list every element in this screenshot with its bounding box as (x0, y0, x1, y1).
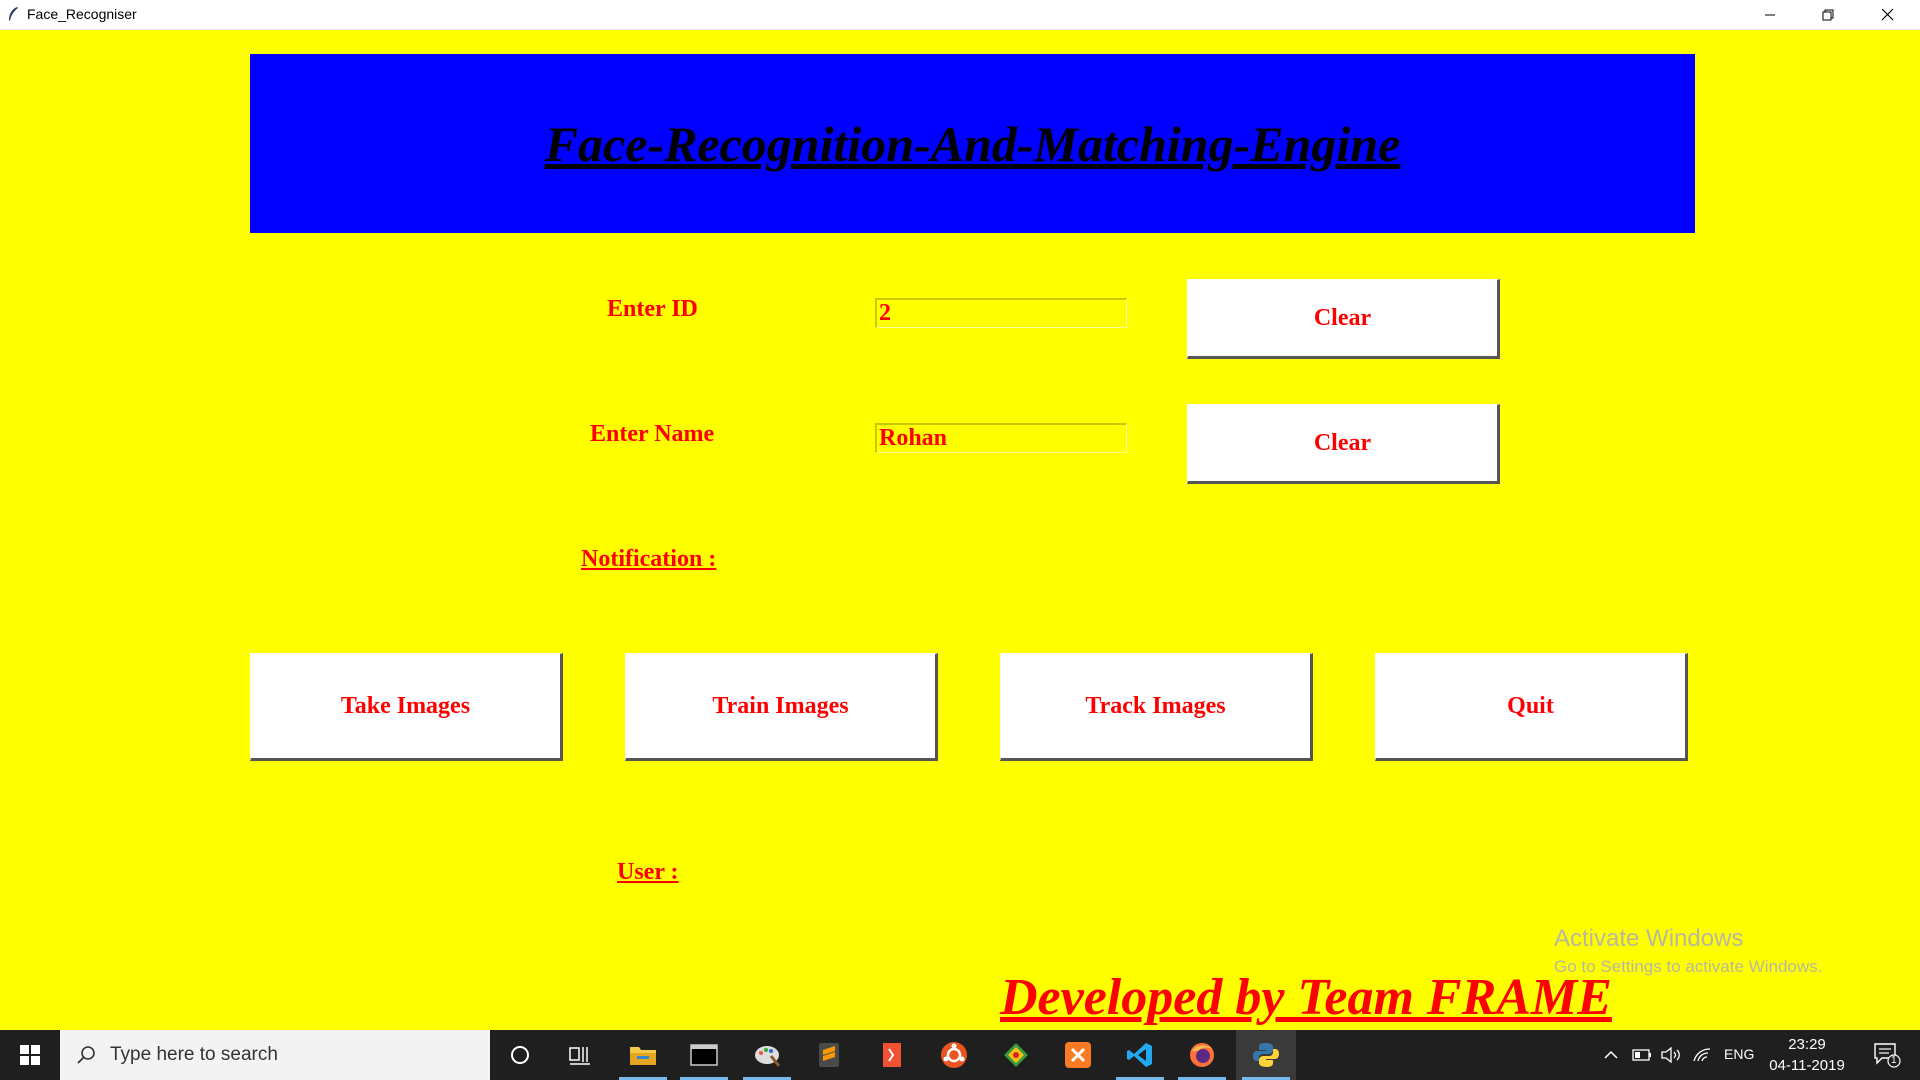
xampp-button[interactable] (1048, 1030, 1108, 1080)
terminal-button[interactable] (674, 1030, 734, 1080)
clock-date: 04-11-2019 (1769, 1057, 1845, 1074)
app-title: Face-Recognition-And-Matching-Engine (544, 115, 1401, 172)
restore-button[interactable] (1799, 0, 1857, 29)
chevron-up-icon (1604, 1050, 1618, 1059)
xampp-icon (1065, 1042, 1091, 1068)
windows-logo-icon (20, 1045, 40, 1065)
git-icon (883, 1043, 901, 1067)
wifi-icon (1693, 1048, 1711, 1062)
enter-name-label: Enter Name (590, 421, 715, 447)
track-images-button[interactable]: Track Images (1000, 653, 1313, 761)
paint-icon (755, 1046, 781, 1067)
notification-label: Notification : (581, 546, 717, 572)
notification-count: 1 (1891, 1055, 1897, 1066)
watermark-title: Activate Windows (1554, 925, 1744, 952)
sublime-text-button[interactable] (799, 1030, 859, 1080)
minimize-button[interactable] (1741, 0, 1799, 29)
window-title: Face_Recogniser (27, 6, 137, 22)
action-center-button[interactable]: 1 (1862, 1030, 1912, 1080)
search-placeholder: Type here to search (110, 1044, 278, 1065)
close-icon (1881, 8, 1893, 21)
battery-button[interactable] (1629, 1030, 1655, 1080)
firefox-icon (1190, 1043, 1214, 1067)
battery-icon (1632, 1049, 1651, 1061)
clear-id-button[interactable]: Clear (1187, 279, 1500, 359)
tk-feather-icon (9, 7, 18, 21)
id-input[interactable] (875, 298, 1127, 328)
language-indicator[interactable]: ENG (1724, 1046, 1754, 1062)
sourcetree-button[interactable] (986, 1030, 1046, 1080)
volume-button[interactable] (1657, 1030, 1685, 1080)
close-button[interactable] (1858, 0, 1916, 29)
cortana-button[interactable] (490, 1030, 550, 1080)
restore-icon (1822, 9, 1834, 20)
clock-time: 23:29 (1788, 1036, 1826, 1053)
ubuntu-icon (941, 1042, 967, 1068)
window-titlebar: Face_Recogniser (0, 0, 1920, 30)
git-button[interactable] (862, 1030, 922, 1080)
python-icon (1253, 1043, 1279, 1067)
minimize-icon (1765, 14, 1775, 15)
start-button[interactable] (0, 1030, 60, 1080)
vscode-icon (1127, 1043, 1152, 1067)
header-banner: Face-Recognition-And-Matching-Engine (250, 54, 1695, 233)
file-explorer-icon (630, 1047, 656, 1065)
app-window: Face-Recognition-And-Matching-Engine Ent… (0, 30, 1920, 1030)
firefox-button[interactable] (1172, 1030, 1232, 1080)
notification-icon (1874, 1043, 1901, 1068)
file-explorer-button[interactable] (613, 1030, 673, 1080)
paint-button[interactable] (737, 1030, 797, 1080)
task-view-button[interactable] (550, 1030, 610, 1080)
enter-id-label: Enter ID (607, 296, 698, 322)
take-images-button[interactable]: Take Images (250, 653, 563, 761)
train-images-button[interactable]: Train Images (625, 653, 938, 761)
search-icon (77, 1046, 95, 1064)
task-view-icon (569, 1047, 590, 1065)
terminal-icon (690, 1044, 718, 1066)
clear-name-button[interactable]: Clear (1187, 404, 1500, 484)
ubuntu-button[interactable] (924, 1030, 984, 1080)
developer-credit: Developed by Team FRAME (1000, 969, 1612, 1026)
quit-button[interactable]: Quit (1375, 653, 1688, 761)
user-label: User : (617, 859, 679, 885)
speaker-icon (1661, 1047, 1680, 1063)
clock[interactable]: 23:29 04-11-2019 (1762, 1034, 1852, 1076)
cortana-icon (511, 1046, 529, 1064)
vscode-button[interactable] (1110, 1030, 1170, 1080)
python-button[interactable] (1236, 1030, 1296, 1080)
sourcetree-icon (1004, 1043, 1028, 1067)
sublime-text-icon (819, 1043, 839, 1067)
name-input[interactable] (875, 423, 1127, 453)
taskbar: Type here to search ENG 23:29 04-11-2019… (0, 1030, 1920, 1080)
taskbar-search[interactable]: Type here to search (60, 1030, 490, 1080)
network-button[interactable] (1689, 1030, 1715, 1080)
show-hidden-icons-button[interactable] (1599, 1030, 1623, 1080)
screen: Face_Recogniser Face-Recognition-And-Mat… (0, 0, 1920, 1080)
